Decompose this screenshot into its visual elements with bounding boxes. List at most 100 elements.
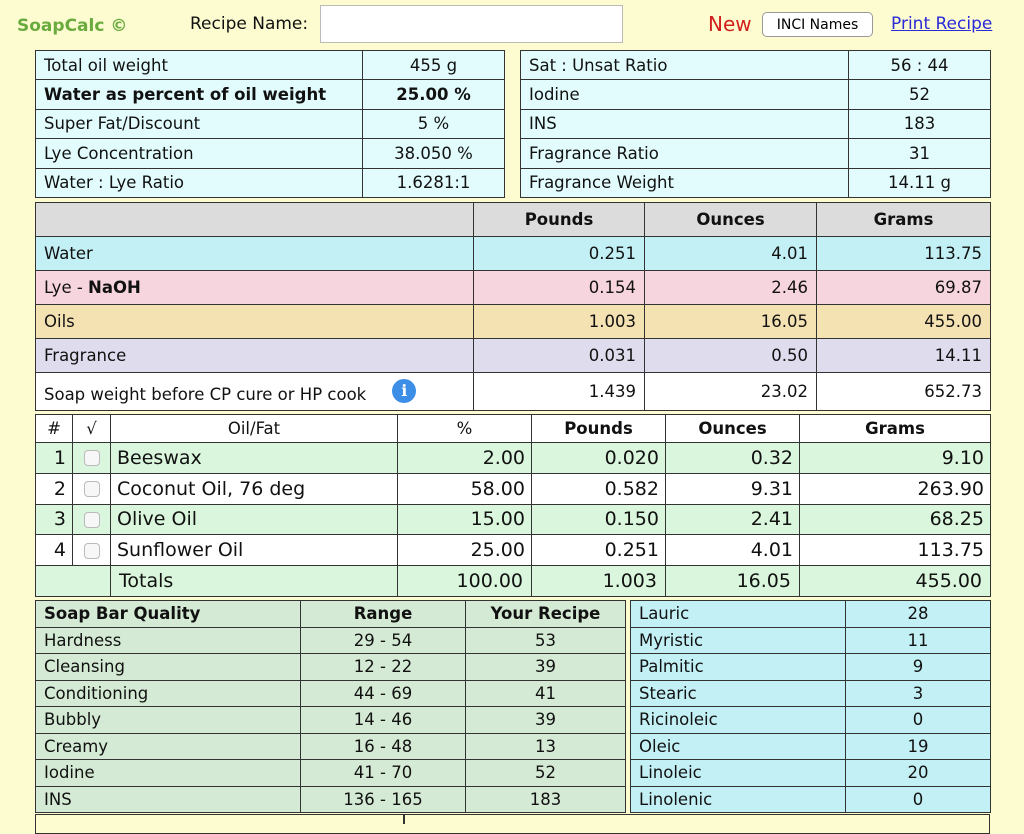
oil-grams: 263.90 bbox=[799, 472, 991, 505]
quality-range: 136 - 165 bbox=[300, 785, 466, 813]
acid-row: Linolenic 0 bbox=[630, 785, 991, 813]
oils-header-grams: Grams bbox=[799, 414, 991, 443]
quality-header-recipe: Your Recipe bbox=[465, 600, 626, 628]
weights-header-row: Pounds Ounces Grams bbox=[35, 202, 991, 237]
oil-checkbox[interactable] bbox=[83, 450, 100, 467]
param-value[interactable]: 25.00 % bbox=[362, 79, 505, 110]
quality-label: Creamy bbox=[35, 732, 301, 760]
weights-pounds: 1.439 bbox=[473, 372, 645, 411]
weights-header-blank bbox=[35, 202, 474, 237]
oil-pounds: 0.150 bbox=[531, 503, 666, 536]
quality-range: 41 - 70 bbox=[300, 759, 466, 787]
info-icon[interactable]: i bbox=[392, 379, 417, 403]
app-logo: SoapCalc © bbox=[17, 16, 128, 36]
weights-grams: 14.11 bbox=[816, 338, 991, 373]
quality-header-row: Soap Bar Quality Range Your Recipe bbox=[35, 600, 626, 628]
acid-label: Stearic bbox=[630, 679, 846, 707]
totals-pounds: 1.003 bbox=[531, 565, 666, 597]
oil-pounds: 0.020 bbox=[531, 442, 666, 474]
param-value[interactable]: 5 % bbox=[362, 108, 505, 140]
lye-type: NaOH bbox=[88, 278, 141, 297]
recipe-properties-table: Sat : Unsat Ratio 56 : 44 Iodine 52 INS … bbox=[520, 49, 991, 198]
oil-ounces: 0.32 bbox=[665, 442, 800, 474]
weights-grams: 652.73 bbox=[816, 372, 991, 411]
weights-pounds: 0.031 bbox=[473, 338, 645, 373]
acid-row: Ricinoleic 0 bbox=[630, 706, 991, 734]
print-recipe-link[interactable]: Print Recipe bbox=[891, 14, 992, 34]
acid-value: 9 bbox=[845, 653, 991, 681]
acid-row: Palmitic 9 bbox=[630, 653, 991, 681]
oil-row: 1 Beeswax 2.00 0.020 0.32 9.10 bbox=[35, 442, 991, 474]
quality-header-label: Soap Bar Quality bbox=[35, 600, 301, 628]
quality-range: 44 - 69 bbox=[300, 679, 466, 707]
weights-pounds: 0.154 bbox=[473, 270, 645, 305]
oil-grams: 113.75 bbox=[799, 534, 991, 567]
quality-value: 39 bbox=[465, 653, 626, 681]
oil-row: 2 Coconut Oil, 76 deg 58.00 0.582 9.31 2… bbox=[35, 472, 991, 505]
oil-grams: 68.25 bbox=[799, 503, 991, 536]
weights-label: Lye - NaOH bbox=[35, 270, 474, 305]
quality-header-range: Range bbox=[300, 600, 466, 628]
param-value[interactable]: 38.050 % bbox=[362, 138, 505, 169]
oil-percent[interactable]: 2.00 bbox=[397, 442, 532, 474]
quality-value: 53 bbox=[465, 626, 626, 654]
property-label: Iodine bbox=[520, 79, 849, 110]
weights-header-grams: Grams bbox=[816, 202, 991, 237]
fatty-acid-profile-table: Lauric 28 Myristic 11 Palmitic 9 Stearic… bbox=[630, 600, 991, 813]
oils-header-ounces: Ounces bbox=[665, 414, 800, 443]
oil-checkbox[interactable] bbox=[83, 542, 100, 559]
oil-percent[interactable]: 58.00 bbox=[397, 472, 532, 505]
acid-value: 28 bbox=[845, 600, 991, 628]
param-label: Water as percent of oil weight bbox=[35, 79, 363, 110]
oil-percent[interactable]: 25.00 bbox=[397, 534, 532, 567]
oil-name: Coconut Oil, 76 deg bbox=[110, 472, 398, 505]
oil-checkbox[interactable] bbox=[83, 511, 100, 528]
oil-checkbox-cell bbox=[72, 534, 111, 567]
recipe-name-input[interactable] bbox=[320, 5, 623, 43]
weights-grams: 113.75 bbox=[816, 236, 991, 271]
property-row-fragrance-ratio: Fragrance Ratio 31 bbox=[520, 138, 991, 169]
oil-ounces: 9.31 bbox=[665, 472, 800, 505]
weights-row-water: Water 0.251 4.01 113.75 bbox=[35, 236, 991, 271]
quality-row: INS 136 - 165 183 bbox=[35, 785, 626, 813]
quality-label: Conditioning bbox=[35, 679, 301, 707]
oil-row: 3 Olive Oil 15.00 0.150 2.41 68.25 bbox=[35, 503, 991, 536]
oil-name: Sunflower Oil bbox=[110, 534, 398, 567]
weights-ounces: 23.02 bbox=[644, 372, 817, 411]
oil-pounds: 0.251 bbox=[531, 534, 666, 567]
weights-row-soap-weight: Soap weight before CP cure or HP cook i 1… bbox=[35, 372, 991, 411]
param-value[interactable]: 455 g bbox=[362, 49, 505, 81]
weights-row-lye: Lye - NaOH 0.154 2.46 69.87 bbox=[35, 270, 991, 305]
param-label: Lye Concentration bbox=[35, 138, 363, 169]
quality-row: Bubbly 14 - 46 39 bbox=[35, 706, 626, 734]
param-value[interactable]: 1.6281:1 bbox=[362, 167, 505, 198]
totals-percent: 100.00 bbox=[397, 565, 532, 597]
oil-name: Olive Oil bbox=[110, 503, 398, 536]
quality-label: Hardness bbox=[35, 626, 301, 654]
property-label: Sat : Unsat Ratio bbox=[520, 49, 849, 81]
acid-row: Myristic 11 bbox=[630, 626, 991, 654]
next-table-edge bbox=[35, 814, 990, 834]
acid-value: 0 bbox=[845, 785, 991, 813]
oil-percent[interactable]: 15.00 bbox=[397, 503, 532, 536]
weights-ounces: 0.50 bbox=[644, 338, 817, 373]
param-row-super-fat: Super Fat/Discount 5 % bbox=[35, 108, 505, 140]
weights-label: Oils bbox=[35, 304, 474, 339]
property-row-sat-unsat: Sat : Unsat Ratio 56 : 44 bbox=[520, 49, 991, 81]
acid-value: 19 bbox=[845, 732, 991, 760]
acid-row: Oleic 19 bbox=[630, 732, 991, 760]
oils-header-percent: % bbox=[397, 414, 532, 443]
weights-grams: 69.87 bbox=[816, 270, 991, 305]
weights-pounds: 0.251 bbox=[473, 236, 645, 271]
oil-number: 3 bbox=[35, 503, 73, 536]
param-label: Super Fat/Discount bbox=[35, 108, 363, 140]
acid-value: 0 bbox=[845, 706, 991, 734]
weights-grams: 455.00 bbox=[816, 304, 991, 339]
weights-table: Pounds Ounces Grams Water 0.251 4.01 113… bbox=[35, 202, 991, 411]
oil-checkbox[interactable] bbox=[83, 481, 100, 498]
quality-value: 41 bbox=[465, 679, 626, 707]
acid-label: Myristic bbox=[630, 626, 846, 654]
inci-names-button[interactable]: INCI Names bbox=[762, 12, 873, 37]
quality-row: Creamy 16 - 48 13 bbox=[35, 732, 626, 760]
quality-label: Cleansing bbox=[35, 653, 301, 681]
